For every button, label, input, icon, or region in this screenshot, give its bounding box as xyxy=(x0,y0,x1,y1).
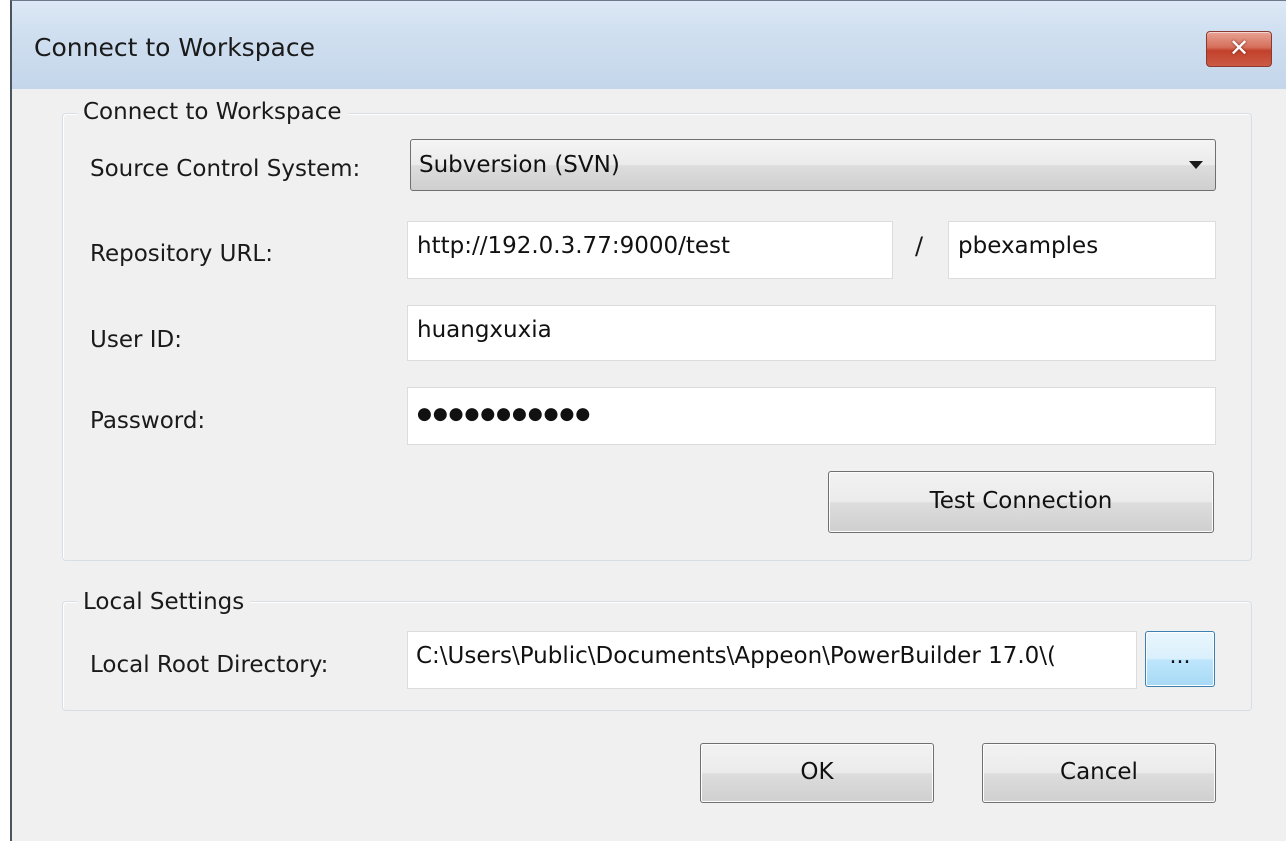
window-title: Connect to Workspace xyxy=(34,33,316,62)
browse-button[interactable]: ... xyxy=(1145,631,1215,687)
chevron-down-icon[interactable] xyxy=(1189,161,1203,169)
source-control-label: Source Control System: xyxy=(90,156,361,182)
close-icon: ✕ xyxy=(1228,34,1250,62)
ok-button[interactable]: OK xyxy=(700,743,934,803)
title-bar[interactable]: Connect to Workspace ✕ xyxy=(12,1,1286,89)
user-id-label: User ID: xyxy=(90,327,182,353)
local-root-dir-input[interactable]: C:\Users\Public\Documents\Appeon\PowerBu… xyxy=(407,631,1137,689)
url-separator: / xyxy=(915,232,924,260)
source-control-dropdown[interactable]: Subversion (SVN) xyxy=(410,139,1216,191)
repository-path-input[interactable]: pbexamples xyxy=(948,221,1216,279)
local-root-dir-label: Local Root Directory: xyxy=(90,652,329,678)
source-control-value: Subversion (SVN) xyxy=(419,152,620,178)
connect-to-workspace-dialog: Connect to Workspace ✕ Connect to Worksp… xyxy=(10,0,1286,841)
dialog-body: Connect to Workspace Source Control Syst… xyxy=(12,89,1286,841)
user-id-input[interactable]: huangxuxia xyxy=(407,305,1216,361)
close-button[interactable]: ✕ xyxy=(1206,31,1272,67)
repository-url-label: Repository URL: xyxy=(90,241,273,267)
workspace-group-legend: Connect to Workspace xyxy=(77,99,348,125)
password-label: Password: xyxy=(90,408,206,434)
local-settings-legend: Local Settings xyxy=(77,589,251,615)
cancel-button[interactable]: Cancel xyxy=(982,743,1216,803)
repository-url-input[interactable]: http://192.0.3.77:9000/test xyxy=(407,221,893,279)
test-connection-button[interactable]: Test Connection xyxy=(828,471,1214,533)
password-input[interactable]: ●●●●●●●●●●● xyxy=(407,387,1216,445)
